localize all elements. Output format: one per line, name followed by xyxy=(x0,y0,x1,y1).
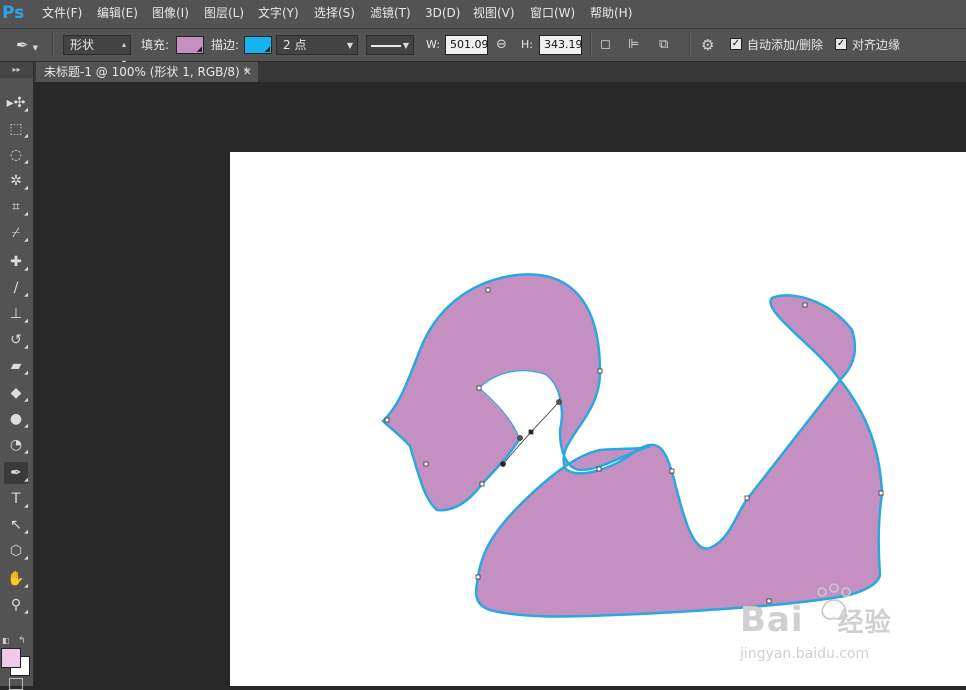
watermark-url: jingyan.baidu.com xyxy=(740,646,870,662)
watermark-brand-prefix: Bai xyxy=(740,600,804,640)
watermark-brand-suffix: 经验 xyxy=(837,608,892,638)
baidu-watermark: Bai 经验 jingyan.baidu.com xyxy=(740,578,920,668)
shape-path xyxy=(381,273,884,618)
